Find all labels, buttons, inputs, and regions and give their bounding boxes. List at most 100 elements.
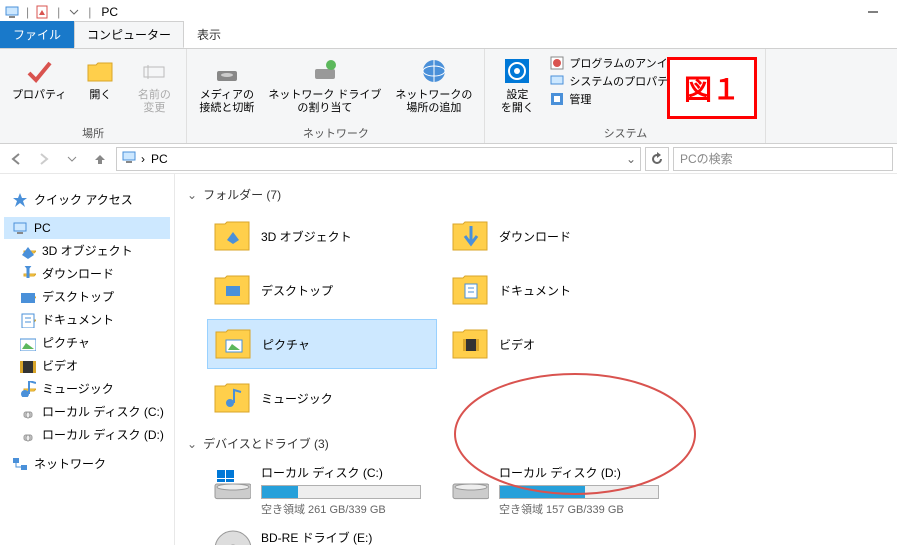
minimize-button[interactable]	[853, 0, 893, 24]
address-bar: › PC ⌄ PCの検索	[0, 144, 897, 174]
bd-icon: BD	[211, 529, 251, 545]
breadcrumb[interactable]: PC	[149, 152, 170, 166]
folder-name: ドキュメント	[499, 282, 571, 299]
qat-dropdown-icon[interactable]	[66, 4, 82, 20]
annotation-label: 図１	[667, 57, 757, 119]
tab-view[interactable]: 表示	[184, 21, 234, 48]
videos-icon	[449, 324, 489, 364]
desktop-icon	[20, 289, 36, 305]
group-header-drives[interactable]: ⌄ デバイスとドライブ (3)	[187, 435, 885, 452]
drive-tile[interactable]: ローカル ディスク (D:)空き領域 157 GB/339 GB	[445, 460, 675, 521]
chevron-down-icon: ⌄	[187, 188, 197, 202]
group-header-folders[interactable]: ⌄ フォルダー (7)	[187, 186, 885, 203]
3d-icon	[211, 216, 251, 256]
properties-button[interactable]: プロパティ	[6, 51, 72, 123]
nav-item-label: ピクチャ	[42, 334, 90, 351]
nav-item-label: ローカル ディスク (D:)	[42, 426, 164, 443]
folder-tile[interactable]: 3D オブジェクト	[207, 211, 437, 261]
drive-icon	[20, 404, 36, 420]
nav-item-label: ミュージック	[42, 380, 114, 397]
network-drive-icon	[309, 55, 341, 87]
folder-tile[interactable]: ドキュメント	[445, 265, 675, 315]
folder-tile[interactable]: ミュージック	[207, 373, 437, 423]
folder-name: デスクトップ	[261, 282, 333, 299]
document-icon	[20, 312, 36, 328]
nav-item[interactable]: ピクチャ	[4, 331, 170, 354]
chevron-right-icon[interactable]: ›	[141, 152, 145, 166]
open-settings-button[interactable]: 設定 を開く	[491, 51, 543, 123]
globe-icon	[418, 55, 450, 87]
nav-item-label: ローカル ディスク (C:)	[42, 403, 164, 420]
tab-computer[interactable]: コンピューター	[74, 21, 184, 48]
capacity-bar	[499, 485, 659, 499]
chevron-down-icon[interactable]: ⌄	[626, 152, 636, 166]
drive-icon	[449, 464, 489, 504]
nav-network[interactable]: ネットワーク	[4, 452, 170, 475]
nav-item[interactable]: ダウンロード	[4, 262, 170, 285]
nav-item-label: ドキュメント	[42, 311, 114, 328]
nav-item[interactable]: 3D オブジェクト	[4, 239, 170, 262]
refresh-button[interactable]	[645, 147, 669, 171]
drive-tile[interactable]: BD BD-RE ドライブ (E:)	[207, 525, 437, 545]
ribbon: プロパティ 開く 名前の 変更 場所 メディアの 接続と切断 ネットワーク ドラ…	[0, 48, 897, 144]
download-icon	[449, 216, 489, 256]
address-box[interactable]: › PC ⌄	[116, 147, 641, 171]
separator: |	[26, 5, 29, 19]
nav-item[interactable]: デスクトップ	[4, 285, 170, 308]
folder-tile[interactable]: ピクチャ	[207, 319, 437, 369]
pc-icon	[12, 220, 28, 236]
nav-item[interactable]: ドキュメント	[4, 308, 170, 331]
checkmark-icon	[23, 55, 55, 87]
navigation-pane: クイック アクセス PC 3D オブジェクトダウンロードデスクトップドキュメント…	[0, 174, 175, 545]
forward-button[interactable]	[32, 147, 56, 171]
ribbon-group-label: 場所	[6, 123, 180, 143]
map-drive-button[interactable]: ネットワーク ドライブ の割り当て	[262, 51, 387, 123]
open-button[interactable]: 開く	[74, 51, 126, 123]
folder-name: ピクチャ	[262, 336, 310, 353]
nav-item-label: ビデオ	[42, 357, 78, 374]
nav-item-label: デスクトップ	[42, 288, 114, 305]
gear-icon	[501, 55, 533, 87]
pc-icon	[121, 149, 137, 168]
nav-item[interactable]: ミュージック	[4, 377, 170, 400]
folder-name: ミュージック	[261, 390, 333, 407]
separator: |	[88, 5, 91, 19]
pictures-icon	[20, 335, 36, 351]
system-icon	[549, 73, 565, 89]
rename-icon	[138, 55, 170, 87]
star-icon	[12, 192, 28, 208]
uninstall-icon	[549, 55, 565, 71]
ribbon-group-network: メディアの 接続と切断 ネットワーク ドライブ の割り当て ネットワークの 場所…	[187, 49, 485, 143]
manage-icon	[549, 91, 565, 107]
music-icon	[211, 378, 251, 418]
ribbon-group-label: システム	[491, 123, 759, 143]
drive-icon	[20, 427, 36, 443]
folder-tile[interactable]: ビデオ	[445, 319, 675, 369]
nav-item[interactable]: ローカル ディスク (C:)	[4, 400, 170, 423]
ribbon-tabs: ファイル コンピューター 表示	[0, 24, 897, 48]
nav-item-label: ダウンロード	[42, 265, 114, 282]
drive-name: ローカル ディスク (D:)	[499, 464, 671, 481]
nav-quick-access[interactable]: クイック アクセス	[4, 188, 170, 211]
tab-file[interactable]: ファイル	[0, 21, 74, 48]
drive-tile[interactable]: ローカル ディスク (C:)空き領域 261 GB/339 GB	[207, 460, 437, 521]
folder-open-icon	[84, 55, 116, 87]
search-input[interactable]: PCの検索	[673, 147, 893, 171]
folder-tile[interactable]: デスクトップ	[207, 265, 437, 315]
up-button[interactable]	[88, 147, 112, 171]
rename-button[interactable]: 名前の 変更	[128, 51, 180, 123]
separator: |	[57, 5, 60, 19]
properties-qat-icon[interactable]	[35, 4, 51, 20]
recent-dropdown[interactable]	[60, 147, 84, 171]
nav-pc[interactable]: PC	[4, 217, 170, 239]
back-button[interactable]	[4, 147, 28, 171]
pictures-icon	[212, 324, 252, 364]
windrive-icon	[211, 464, 251, 504]
3d-icon	[20, 243, 36, 259]
drive-name: BD-RE ドライブ (E:)	[261, 529, 433, 545]
nav-item[interactable]: ローカル ディスク (D:)	[4, 423, 170, 446]
media-connect-button[interactable]: メディアの 接続と切断	[193, 51, 260, 123]
add-network-location-button[interactable]: ネットワークの 場所の追加	[389, 51, 478, 123]
folder-tile[interactable]: ダウンロード	[445, 211, 675, 261]
nav-item[interactable]: ビデオ	[4, 354, 170, 377]
